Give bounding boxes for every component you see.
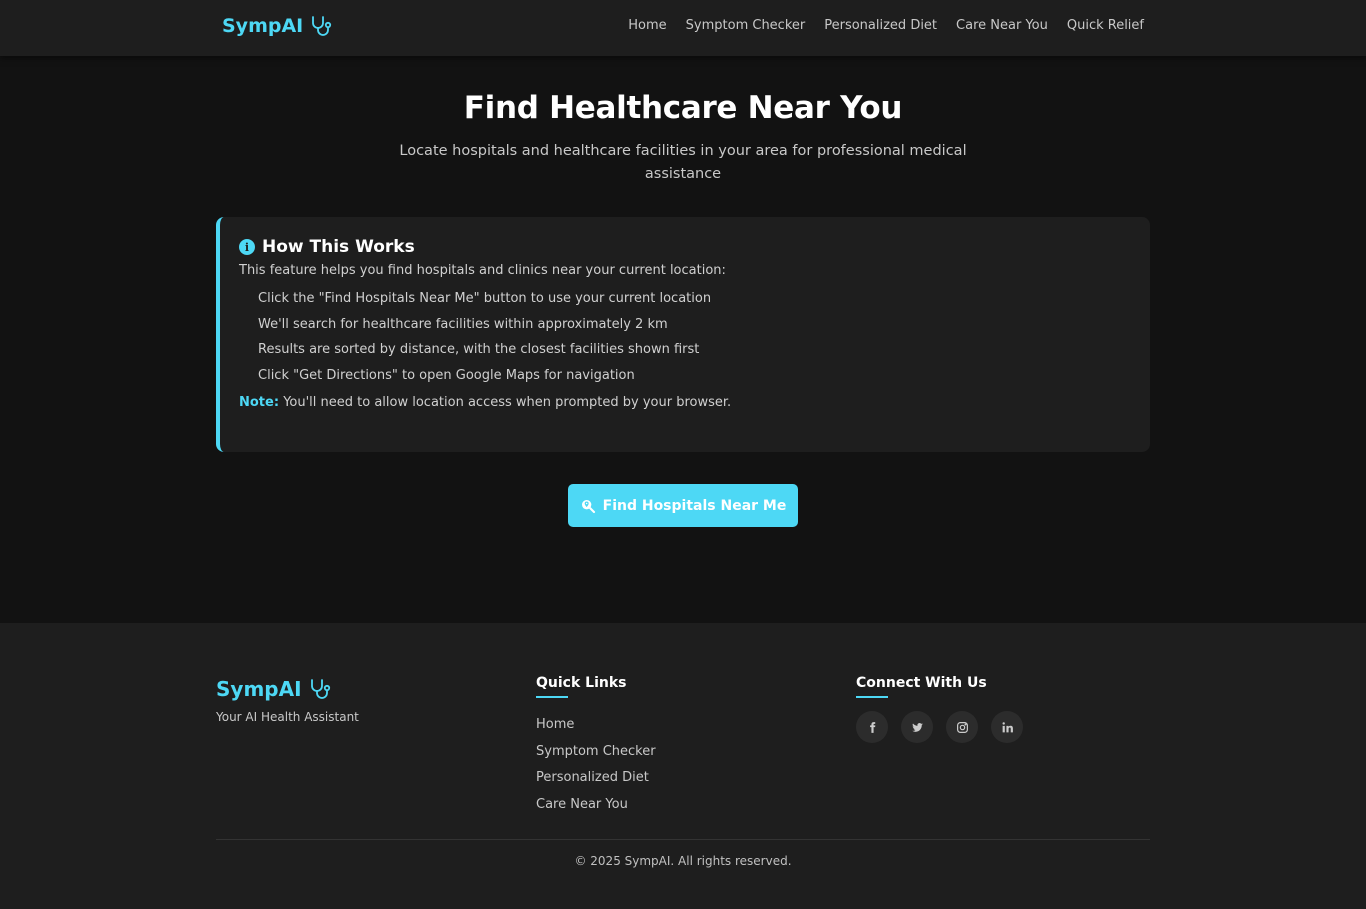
quick-links-list: Home Symptom Checker Personalized Diet C… <box>536 713 656 820</box>
linkedin-icon[interactable] <box>991 711 1023 743</box>
info-steps-list: Click the "Find Hospitals Near Me" butto… <box>239 286 1130 389</box>
instagram-icon[interactable] <box>946 711 978 743</box>
stethoscope-icon <box>310 679 330 699</box>
footer: SympAI Your AI Health Assistant Quick Li… <box>0 623 1366 909</box>
quick-link-item: Symptom Checker <box>536 740 656 767</box>
nav-link-personalized-diet[interactable]: Personalized Diet <box>824 18 937 33</box>
quick-link-item: Care Near You <box>536 793 656 820</box>
quick-links-heading: Quick Links <box>536 675 627 691</box>
nav-link-home[interactable]: Home <box>628 18 666 33</box>
footer-brand-name: SympAI <box>216 677 302 701</box>
footer-link-home[interactable]: Home <box>536 717 574 732</box>
nav-links: Home Symptom Checker Personalized Diet C… <box>628 18 1144 33</box>
connect-heading: Connect With Us <box>856 675 987 691</box>
info-card-intro: This feature helps you find hospitals an… <box>239 263 726 278</box>
brand-logo[interactable]: SympAI <box>222 14 333 38</box>
footer-link-symptom-checker[interactable]: Symptom Checker <box>536 744 656 759</box>
note-text: You'll need to allow location access whe… <box>283 394 732 410</box>
twitter-icon[interactable] <box>901 711 933 743</box>
find-hospitals-button[interactable]: Find Hospitals Near Me <box>568 484 798 527</box>
nav-link-symptom-checker[interactable]: Symptom Checker <box>686 18 806 33</box>
how-it-works-card: i How This Works This feature helps you … <box>216 217 1150 452</box>
info-note: Note: You'll need to allow location acce… <box>239 395 1130 410</box>
footer-link-care-near-you[interactable]: Care Near You <box>536 797 628 812</box>
footer-connect-column: Connect With Us <box>856 675 1023 743</box>
info-card-header: i How This Works <box>239 237 1130 257</box>
find-hospitals-label: Find Hospitals Near Me <box>602 497 787 514</box>
navbar: SympAI Home Symptom Checker Personalized… <box>0 0 1366 56</box>
stethoscope-icon <box>312 16 332 36</box>
heading-underline <box>856 696 888 698</box>
info-step: We'll search for healthcare facilities w… <box>258 316 668 332</box>
search-location-icon <box>581 499 595 513</box>
info-step: Click the "Find Hospitals Near Me" butto… <box>258 291 712 306</box>
social-links <box>856 711 1023 743</box>
note-label: Note: <box>239 394 280 410</box>
footer-divider <box>216 839 1150 840</box>
page-subtitle: Locate hospitals and healthcare faciliti… <box>399 143 967 182</box>
nav-link-quick-relief[interactable]: Quick Relief <box>1067 18 1144 33</box>
info-icon: i <box>239 239 255 255</box>
footer-tagline: Your AI Health Assistant <box>216 710 359 724</box>
info-step: Results are sorted by distance, with the… <box>258 342 700 358</box>
footer-quick-links-column: Quick Links Home Symptom Checker Persona… <box>536 675 656 820</box>
footer-link-personalized-diet[interactable]: Personalized Diet <box>536 770 649 785</box>
info-step: Click "Get Directions" to open Google Ma… <box>258 368 635 384</box>
copyright-text: © 2025 SympAI. All rights reserved. <box>574 854 792 868</box>
hero-section: Find Healthcare Near You Locate hospital… <box>0 88 1366 186</box>
quick-link-item: Personalized Diet <box>536 766 656 793</box>
footer-brand: SympAI <box>216 677 359 701</box>
facebook-icon[interactable] <box>856 711 888 743</box>
info-card-title: How This Works <box>262 237 415 257</box>
page-title: Find Healthcare Near You <box>463 90 903 126</box>
quick-link-item: Home <box>536 713 656 740</box>
brand-name: SympAI <box>222 15 304 37</box>
footer-brand-column: SympAI Your AI Health Assistant <box>216 675 359 724</box>
nav-link-care-near-you[interactable]: Care Near You <box>956 18 1048 33</box>
heading-underline <box>536 696 568 698</box>
